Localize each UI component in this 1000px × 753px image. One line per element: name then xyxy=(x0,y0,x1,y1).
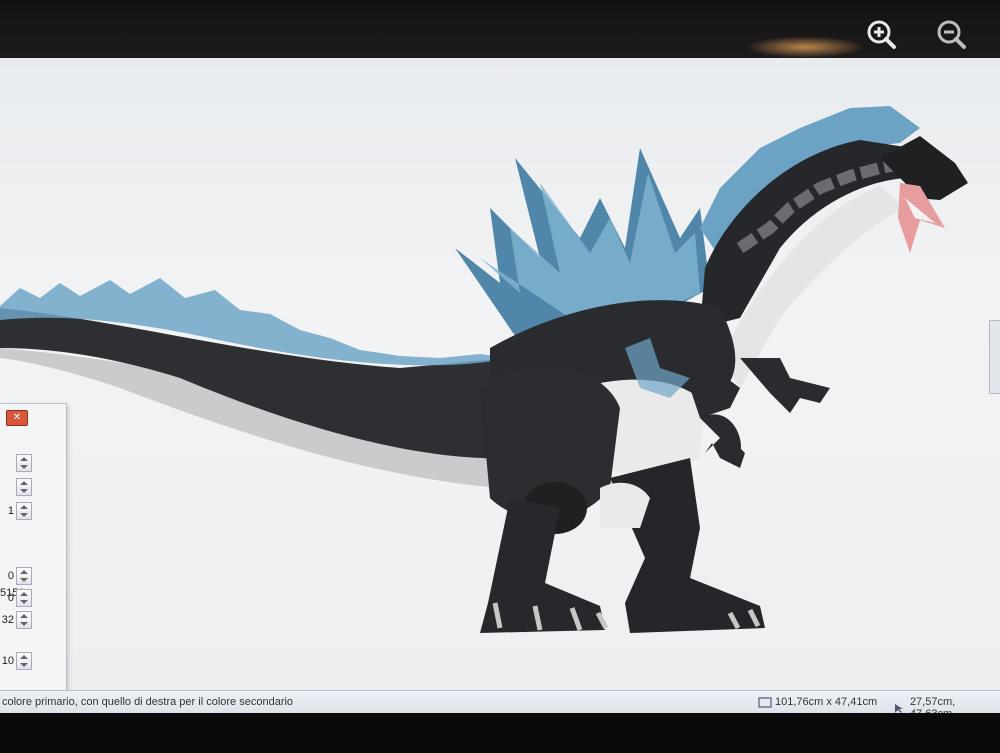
panel-spinner-5[interactable]: 0 xyxy=(0,589,32,607)
zoom-in-button[interactable] xyxy=(864,18,898,52)
spinner-arrows-icon[interactable] xyxy=(16,502,32,520)
status-hint-text: colore primario, con quello di destra pe… xyxy=(2,696,294,708)
cursor-position-readout: 27,57cm, 47,63cm xyxy=(893,696,1000,713)
spinner-arrows-icon[interactable] xyxy=(16,567,32,585)
spinner-arrows-icon[interactable] xyxy=(16,652,32,670)
cursor-position-icon xyxy=(894,703,903,713)
close-icon[interactable]: ✕ xyxy=(6,410,28,426)
zoom-in-icon xyxy=(867,20,896,49)
panel-spinner-1[interactable] xyxy=(0,454,32,472)
panel-spinner-4[interactable]: 0 xyxy=(0,567,32,585)
canvas-size-readout: 101,76cm x 47,41cm xyxy=(758,696,877,708)
light-glare xyxy=(745,36,865,58)
status-bar: colore primario, con quello di destra pe… xyxy=(0,690,1000,713)
panel-spinner-3[interactable]: 1 xyxy=(0,502,32,520)
paint-window: ✕ 1 5151 0 0 32 10 colore primario, con … xyxy=(0,58,1000,713)
panel-spinner-2[interactable] xyxy=(0,478,32,496)
zoom-out-icon xyxy=(937,20,966,49)
dinosaur-drawing xyxy=(0,106,968,633)
options-panel: ✕ 1 5151 0 0 32 10 xyxy=(0,403,67,691)
panel-spinner-6[interactable]: 32 xyxy=(0,611,32,629)
spinner-arrows-icon[interactable] xyxy=(16,454,32,472)
spinner-arrows-icon[interactable] xyxy=(16,611,32,629)
spinner-arrows-icon[interactable] xyxy=(16,478,32,496)
drawing-canvas[interactable] xyxy=(0,58,1000,690)
canvas-size-icon xyxy=(758,696,772,708)
zoom-out-button[interactable] xyxy=(934,18,968,52)
panel-spinner-7[interactable]: 10 xyxy=(0,652,32,670)
scrollbar-edge[interactable] xyxy=(989,320,1000,394)
spinner-arrows-icon[interactable] xyxy=(16,589,32,607)
monitor-bezel-bottom xyxy=(0,713,1000,753)
